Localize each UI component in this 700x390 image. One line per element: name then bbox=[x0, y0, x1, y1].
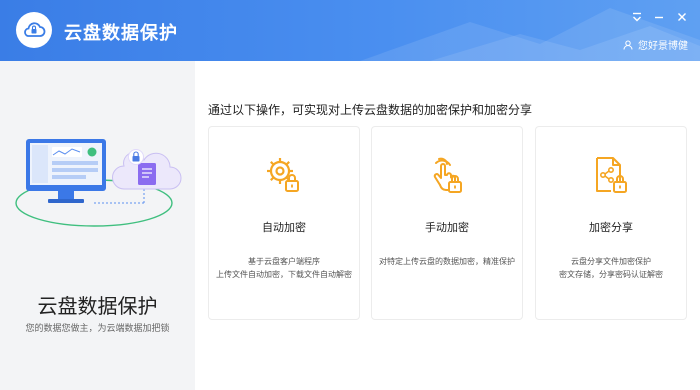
main-heading: 通过以下操作，可实现对上传云盘数据的加密保护和加密分享 bbox=[208, 103, 533, 117]
left-panel: 云盘数据保护 您的数据您做主，为云端数据加把锁 bbox=[0, 61, 195, 390]
left-panel-title: 云盘数据保护 bbox=[37, 294, 158, 318]
manual-encrypt-card[interactable]: 手动加密 对特定上传云盘的数据加密，精准保护 bbox=[371, 126, 523, 320]
cloud-protection-illustration bbox=[15, 139, 182, 227]
app-title: 云盘数据保护 bbox=[64, 23, 178, 44]
card-description-line: 云盘分享文件加密保护 bbox=[571, 257, 651, 266]
encrypted-share-card[interactable]: 加密分享 云盘分享文件加密保护 密文存储，分享密码认证解密 bbox=[535, 126, 687, 320]
card-title: 自动加密 bbox=[262, 221, 306, 234]
cloud-lock-icon bbox=[24, 22, 46, 37]
user-greeting: 您好景博健 bbox=[638, 41, 688, 52]
app-logo bbox=[16, 12, 52, 48]
card-description: 云盘分享文件加密保护 密文存储，分享密码认证解密 bbox=[536, 255, 686, 281]
card-description-line: 基于云盘客户端程序 bbox=[248, 257, 320, 266]
close-icon bbox=[678, 13, 686, 21]
card-description-line: 密文存储，分享密码认证解密 bbox=[559, 270, 663, 279]
hand-lock-icon bbox=[433, 157, 462, 193]
menu-down-icon bbox=[633, 12, 641, 22]
user-icon bbox=[623, 40, 633, 50]
auto-encrypt-card[interactable]: 自动加密 基于云盘客户端程序 上传文件自动加密，下载文件自动解密 bbox=[208, 126, 360, 320]
card-description-line: 对特定上传云盘的数据加密，精准保护 bbox=[379, 257, 515, 266]
card-description: 对特定上传云盘的数据加密，精准保护 bbox=[372, 255, 522, 268]
minimize-icon bbox=[655, 16, 663, 19]
share-lock-icon bbox=[596, 157, 627, 193]
menu-dropdown-button[interactable] bbox=[628, 9, 646, 25]
card-description-line: 上传文件自动加密，下载文件自动解密 bbox=[216, 270, 352, 279]
gear-lock-icon bbox=[267, 158, 299, 192]
user-account[interactable]: 您好景博健 bbox=[623, 37, 688, 52]
card-title: 手动加密 bbox=[425, 221, 469, 234]
minimize-button[interactable] bbox=[650, 9, 668, 25]
card-description: 基于云盘客户端程序 上传文件自动加密，下载文件自动解密 bbox=[209, 255, 359, 281]
title-bar: 云盘数据保护 您好景博健 bbox=[0, 0, 700, 61]
card-title: 加密分享 bbox=[589, 221, 633, 234]
left-panel-subtitle: 您的数据您做主，为云端数据加把锁 bbox=[25, 324, 170, 334]
close-button[interactable] bbox=[673, 9, 691, 25]
